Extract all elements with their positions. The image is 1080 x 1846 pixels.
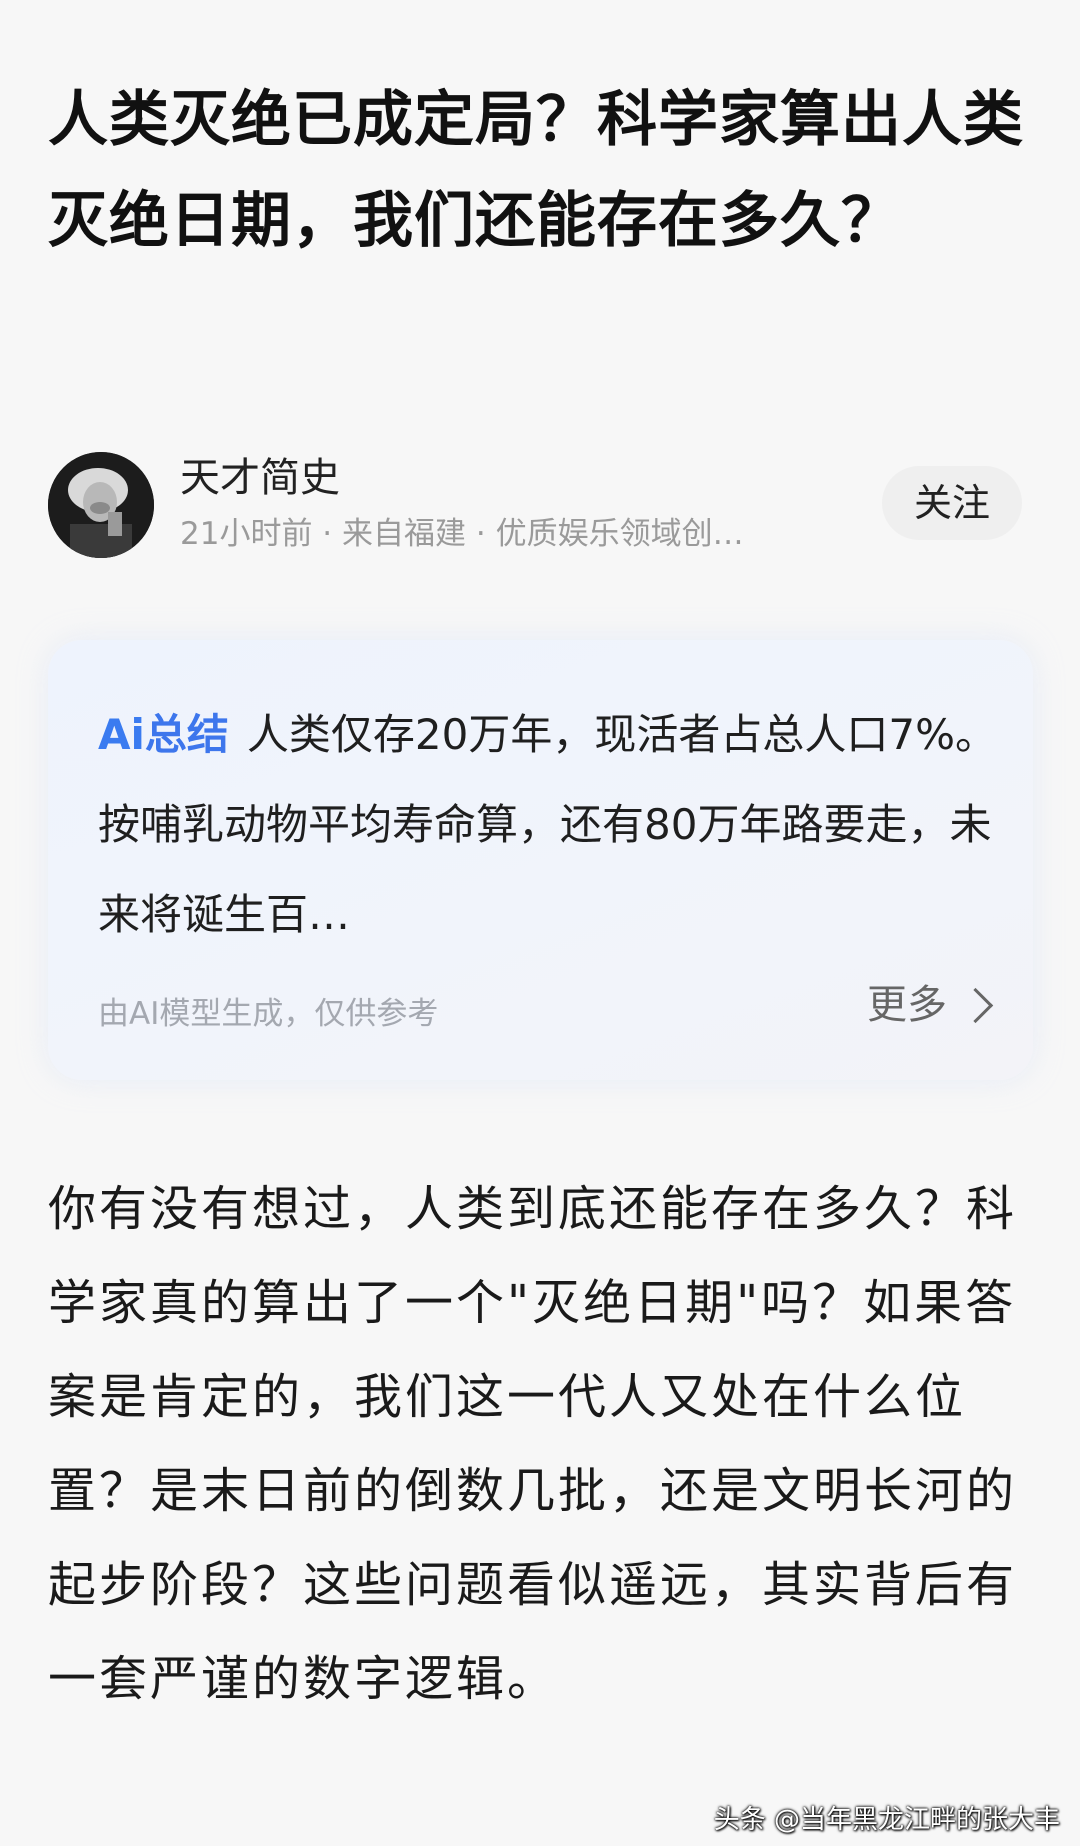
ai-summary-badge: Ai总结 <box>98 710 229 759</box>
watermark: 头条 @当年黑龙江畔的张大丰 <box>713 1805 1060 1835</box>
ai-more-button[interactable]: 更多 <box>867 980 994 1030</box>
article-title: 人类灭绝已成定局？科学家算出人类灭绝日期，我们还能存在多久？ <box>48 85 1024 256</box>
ai-disclaimer: 由AI模型生成，仅供参考 <box>98 996 439 1032</box>
article-body-paragraph: 你有没有想过，人类到底还能存在多久？科学家真的算出了一个"灭绝日期"吗？如果答案… <box>48 1181 1018 1707</box>
ai-summary-text-block: Ai总结 人类仅存20万年，现活者占总人口7%。按哺乳动物平均寿命算，还有80万年… <box>98 690 998 960</box>
author-name[interactable]: 天才简史 <box>180 452 340 504</box>
ai-logo-icon: Ai <box>98 710 145 759</box>
ai-more-label: 更多 <box>867 982 947 1028</box>
portrait-avatar-icon <box>48 452 154 558</box>
ai-summary-card[interactable]: Ai总结 人类仅存20万年，现活者占总人口7%。按哺乳动物平均寿命算，还有80万年… <box>48 640 1033 1080</box>
author-avatar[interactable] <box>48 452 154 558</box>
ai-badge-label: 总结 <box>144 710 229 759</box>
author-row: 天才简史 21小时前 · 来自福建 · 优质娱乐领域创… 关注 <box>48 452 1038 562</box>
author-meta: 21小时前 · 来自福建 · 优质娱乐领域创… <box>180 516 744 552</box>
follow-button[interactable]: 关注 <box>882 466 1022 540</box>
chevron-right-icon <box>957 987 994 1023</box>
ai-summary-footer: 由AI模型生成，仅供参考 更多 <box>98 980 998 1040</box>
ai-summary-text: 人类仅存20万年，现活者占总人口7%。按哺乳动物平均寿命算，还有80万年路要走，… <box>98 710 997 939</box>
